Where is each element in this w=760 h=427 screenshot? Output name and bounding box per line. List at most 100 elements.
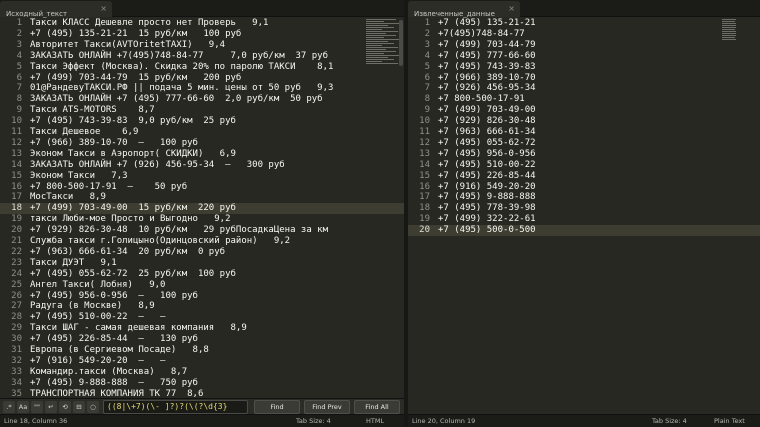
line-text: +7 (495) 777-66-60	[438, 50, 536, 61]
regex-toggle[interactable]: .*	[3, 401, 15, 413]
line-number: 2	[424, 28, 430, 39]
find-input[interactable]: ((8|\+7)(\- ]?)?(\(?\d{3}	[103, 400, 248, 414]
code-line[interactable]: 28 +7 (495) 510-00-22 — —	[0, 312, 404, 323]
code-line[interactable]: 10 +7 (929) 826-30-48	[408, 116, 760, 127]
tab-source-text[interactable]: Исходный_текст ×	[0, 1, 112, 18]
code-line[interactable]: 34 +7 (495) 9-888-888 — 750 руб	[0, 378, 404, 389]
code-line[interactable]: 12 +7 (495) 055-62-72	[408, 138, 760, 149]
code-line[interactable]: 8 ЗАКАЗАТЬ ОНЛАЙН +7 (495) 777-66-60 2,0 …	[0, 94, 404, 105]
minimap-row	[366, 51, 396, 52]
code-line[interactable]: 6 +7 (966) 389-10-70	[408, 73, 760, 84]
line-number: 2	[16, 28, 22, 39]
code-line[interactable]: 33 Командир.такси (Москва) 8,7	[0, 367, 404, 378]
code-line[interactable]: 8 +7 800-500-17-91	[408, 94, 760, 105]
code-line[interactable]: 18 +7 (499) 703-49-00 15 руб/км 220 руб	[0, 203, 404, 214]
case-sensitive-toggle[interactable]: Aa	[17, 401, 29, 413]
code-line[interactable]: 10 +7 (495) 743-39-83 9,0 руб/км 25 руб	[0, 116, 404, 127]
code-line[interactable]: 14 +7 (495) 510-00-22	[408, 160, 760, 171]
code-line[interactable]: 11 Такси Дешевое 6,9	[0, 127, 404, 138]
code-line[interactable]: 23 Такси ДУЭТ 9,1	[0, 258, 404, 269]
code-line[interactable]: 21 Служба такси г.Голицыно(Одинцовский ра…	[0, 236, 404, 247]
minimap-row	[366, 57, 388, 58]
code-line[interactable]: 20 +7 (929) 826-30-48 10 руб/км 29 рубПос…	[0, 225, 404, 236]
code-line[interactable]: 15 Эконом Такси 7,3	[0, 171, 404, 182]
code-line[interactable]: 24 +7 (495) 055-62-72 25 руб/км 100 руб	[0, 269, 404, 280]
code-line[interactable]: 6 +7 (499) 703-44-79 15 руб/км 200 руб	[0, 73, 404, 84]
in-selection-toggle[interactable]: ⟲	[59, 401, 71, 413]
code-line[interactable]: 18 +7 (495) 778-39-98	[408, 203, 760, 214]
right-status-bar: Line 20, Column 19 Tab Size: 4 Plain Tex…	[408, 414, 760, 427]
code-line[interactable]: 13 Эконом Такси в Аэропорт( СКИДКИ) 6,9	[0, 149, 404, 160]
code-line[interactable]: 16 +7 800-500-17-91 — 50 руб	[0, 182, 404, 193]
code-line[interactable]: 29 Такси ШАГ - самая дешевая компания 8,9	[0, 323, 404, 334]
code-line[interactable]: 27 Радуга (в Москве) 8,9	[0, 301, 404, 312]
tab-size-selector[interactable]: Tab Size: 4	[652, 415, 687, 427]
highlight-matches-toggle[interactable]: ⊟	[73, 401, 85, 413]
code-line[interactable]: 4 +7 (495) 777-66-60	[408, 51, 760, 62]
minimap-row	[722, 25, 736, 26]
code-line[interactable]: 26 +7 (495) 956-0-956 — 100 руб	[0, 291, 404, 302]
line-number: 8	[16, 94, 22, 105]
code-line[interactable]: 1 Такси КЛАСС Дешевле просто нет Проверь …	[0, 18, 404, 29]
code-line[interactable]: 30 +7 (495) 226-85-44 — 130 руб	[0, 334, 404, 345]
code-line[interactable]: 11 +7 (963) 666-61-34	[408, 127, 760, 138]
minimap-row	[722, 39, 736, 40]
code-line[interactable]: 2 +7 (495) 135-21-21 15 руб/км 100 руб	[0, 29, 404, 40]
code-line[interactable]: 7 01@РандевуТАКСИ.РФ || подача 5 мин. цен…	[0, 83, 404, 94]
find-all-button[interactable]: Find All	[354, 400, 400, 414]
code-line[interactable]: 1 +7 (495) 135-21-21	[408, 18, 760, 29]
line-number: 10	[11, 116, 22, 127]
find-prev-button[interactable]: Find Prev	[304, 400, 350, 414]
extracted-data-editor[interactable]: 1 +7 (495) 135-21-21 2 +7(495)748-84-77 3 +7 …	[408, 17, 760, 414]
tab-extracted-data[interactable]: Извлеченные_данные ×	[408, 1, 520, 18]
code-line[interactable]: 22 +7 (963) 666-61-34 20 руб/км 0 руб	[0, 247, 404, 258]
code-line[interactable]: 4 ЗАКАЗАТЬ ОНЛАЙН +7(495)748-84-77 7,0 ру…	[0, 51, 404, 62]
minimap[interactable]	[722, 19, 756, 41]
line-text: Эконом Такси 7,3	[30, 170, 128, 181]
find-button[interactable]: Find	[254, 400, 300, 414]
code-line[interactable]: 3 Авторитет Такси(AVTOritetTAXI) 9,4	[0, 40, 404, 51]
code-line[interactable]: 9 Такси ATS-MOTORS 8,7	[0, 105, 404, 116]
code-line[interactable]: 19 такси Люби-мое Просто и Выгодно 9,2	[0, 214, 404, 225]
syntax-selector[interactable]: HTML	[366, 415, 384, 427]
code-line[interactable]: 14 ЗАКАЗАТЬ ОНЛАЙН +7 (926) 456-95-34 — 3…	[0, 160, 404, 171]
code-line[interactable]: 7 +7 (926) 456-95-34	[408, 83, 760, 94]
wrap-toggle[interactable]: ↵	[45, 401, 57, 413]
code-line[interactable]: 3 +7 (499) 703-44-79	[408, 40, 760, 51]
minimap-row	[366, 59, 394, 60]
code-line[interactable]: 13 +7 (495) 956-0-956	[408, 149, 760, 160]
code-line[interactable]: 2 +7(495)748-84-77	[408, 29, 760, 40]
minimap[interactable]	[366, 19, 400, 65]
minimap-row	[722, 19, 736, 20]
right-editor-pane[interactable]: Извлеченные_данные × 1 +7 (495) 135-21-21…	[408, 0, 760, 427]
line-text: +7 (966) 389-10-70	[438, 72, 536, 83]
vertical-scrollbar[interactable]	[399, 20, 403, 66]
code-line[interactable]: 9 +7 (499) 703-49-00	[408, 105, 760, 116]
whole-word-toggle[interactable]: ""	[31, 401, 43, 413]
code-line[interactable]: 5 Такси Эффект (Москва). Скидка 20% по па…	[0, 62, 404, 73]
code-line[interactable]: 17 +7 (495) 9-888-888	[408, 192, 760, 203]
line-number: 14	[11, 159, 22, 170]
line-text: +7(495)748-84-77	[438, 28, 525, 39]
minimap-row	[366, 49, 386, 50]
close-icon[interactable]: ×	[508, 1, 515, 17]
code-line[interactable]: 16 +7 (916) 549-20-20	[408, 182, 760, 193]
preserve-case-toggle[interactable]: ○	[87, 401, 99, 413]
code-line[interactable]: 5 +7 (495) 743-39-83	[408, 62, 760, 73]
left-editor-pane[interactable]: Исходный_текст × 1 Такси КЛАСС Дешевле пр…	[0, 0, 404, 427]
code-line[interactable]: 25 Ангел Такси( Лобня) 9,0	[0, 280, 404, 291]
line-number: 3	[16, 39, 22, 50]
line-text: +7 (929) 826-30-48	[438, 116, 536, 127]
code-line[interactable]: 15 +7 (495) 226-85-44	[408, 171, 760, 182]
close-icon[interactable]: ×	[100, 1, 107, 17]
code-line[interactable]: 12 +7 (966) 389-10-70 — 100 руб	[0, 138, 404, 149]
code-line[interactable]: 32 +7 (916) 549-20-20 — —	[0, 356, 404, 367]
line-number: 16	[11, 181, 22, 192]
source-text-editor[interactable]: 1 Такси КЛАСС Дешевле просто нет Проверь …	[0, 17, 404, 410]
code-line[interactable]: 20 +7 (495) 500-0-500	[408, 225, 760, 236]
code-line[interactable]: 19 +7 (499) 322-22-61	[408, 214, 760, 225]
code-line[interactable]: 31 Европа (в Сергиевом Посаде) 8,8	[0, 345, 404, 356]
syntax-selector[interactable]: Plain Text	[714, 415, 745, 427]
code-line[interactable]: 17 МосТакси 8,9	[0, 192, 404, 203]
tab-size-selector[interactable]: Tab Size: 4	[296, 415, 331, 427]
